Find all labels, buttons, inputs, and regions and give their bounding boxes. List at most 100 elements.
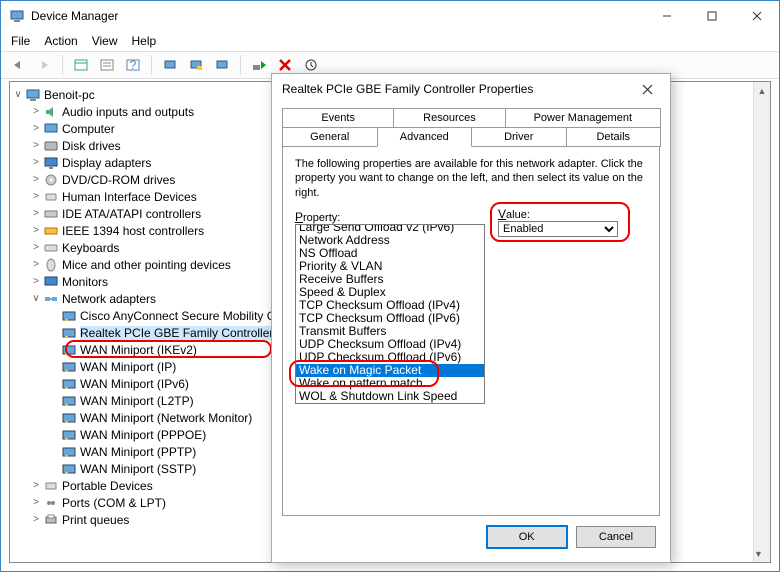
tree-node-label: Audio inputs and outputs [62,105,194,119]
menu-action[interactable]: Action [44,34,77,48]
expand-icon[interactable]: > [30,514,42,525]
tree-node-label: IDE ATA/ATAPI controllers [62,207,201,221]
device-icon [61,410,77,426]
tree-node-label: WAN Miniport (Network Monitor) [80,411,252,425]
device-icon [61,427,77,443]
tree-node-label: Network adapters [62,292,156,306]
expand-icon[interactable]: > [30,157,42,168]
device-icon [43,138,59,154]
expand-icon[interactable]: > [30,208,42,219]
device-icon [61,461,77,477]
scroll-up-icon[interactable]: ▲ [754,82,770,99]
minimize-button[interactable] [644,1,689,31]
device-icon [61,393,77,409]
vertical-scrollbar[interactable]: ▲ ▼ [753,82,770,562]
device-icon [43,478,59,494]
help-icon[interactable]: ? [122,54,144,76]
menu-view[interactable]: View [92,34,118,48]
tab-power-management[interactable]: Power Management [505,108,661,127]
value-select[interactable]: Enabled [498,221,618,237]
menu-file[interactable]: File [11,34,30,48]
property-item[interactable]: WOL & Shutdown Link Speed [296,390,484,403]
tab-driver[interactable]: Driver [471,127,567,147]
scroll-down-icon[interactable]: ▼ [754,545,763,562]
tree-node-label: WAN Miniport (L2TP) [80,394,194,408]
property-item[interactable]: NS Offload [296,247,484,260]
tree-node-label: DVD/CD-ROM drives [62,173,175,187]
property-item[interactable]: Receive Buffers [296,273,484,286]
menu-help[interactable]: Help [132,34,157,48]
property-item[interactable]: Network Address [296,234,484,247]
device-icon [43,291,59,307]
expand-icon[interactable]: > [30,259,42,270]
property-item[interactable]: Priority & VLAN [296,260,484,273]
tree-node-label: Disk drives [62,139,121,153]
property-item[interactable]: Wake on Magic Packet [296,364,484,377]
tab-advanced[interactable]: Advanced [377,127,473,147]
value-label: Value: [498,207,618,221]
property-label: Property: [295,210,485,224]
device-icon [43,172,59,188]
device-icon-2[interactable] [185,54,207,76]
property-item[interactable]: Speed & Duplex [296,286,484,299]
expand-icon[interactable]: > [30,242,42,253]
expand-icon[interactable]: > [30,276,42,287]
device-icon [61,308,77,324]
property-listbox[interactable]: Large Send Offload v2 (IPv6)Network Addr… [295,224,485,404]
tree-node-label: Benoit-pc [44,88,95,102]
property-item[interactable]: UDP Checksum Offload (IPv4) [296,338,484,351]
tree-node-label: WAN Miniport (SSTP) [80,462,196,476]
device-icon [61,444,77,460]
property-item[interactable]: Transmit Buffers [296,325,484,338]
property-item[interactable]: Wake on pattern match [296,377,484,390]
close-button[interactable] [734,1,779,31]
expand-icon[interactable]: ∨ [30,293,42,304]
tab-general[interactable]: General [282,127,378,147]
cancel-button[interactable]: Cancel [576,526,656,548]
maximize-button[interactable] [689,1,734,31]
properties-icon[interactable] [96,54,118,76]
forward-button[interactable] [33,54,55,76]
tab-events[interactable]: Events [282,108,394,127]
expand-icon[interactable]: > [30,497,42,508]
tree-node-label: IEEE 1394 host controllers [62,224,204,238]
svg-text:?: ? [130,58,137,72]
tree-node-label: Human Interface Devices [62,190,197,204]
enable-icon[interactable] [248,54,270,76]
dialog-title: Realtek PCIe GBE Family Controller Prope… [282,82,634,96]
update-driver-icon[interactable] [211,54,233,76]
dialog-close-button[interactable] [634,76,660,102]
tab-resources[interactable]: Resources [393,108,505,127]
dialog-tabs: Events Resources Power Management Genera… [282,108,660,147]
device-icon [61,325,77,341]
device-icon [43,155,59,171]
tree-node-label: Mice and other pointing devices [62,258,231,272]
device-icon [25,87,41,103]
expand-icon[interactable]: > [30,123,42,134]
property-item[interactable]: TCP Checksum Offload (IPv6) [296,312,484,325]
tree-node-label: Ports (COM & LPT) [62,496,166,510]
tab-details[interactable]: Details [566,127,662,147]
expand-icon[interactable]: > [30,191,42,202]
expand-icon[interactable]: > [30,174,42,185]
device-icon [61,359,77,375]
device-icon [43,240,59,256]
tree-node-label: WAN Miniport (IP) [80,360,176,374]
expand-icon[interactable]: ∨ [12,89,24,100]
titlebar: Device Manager [1,1,779,31]
property-item[interactable]: UDP Checksum Offload (IPv6) [296,351,484,364]
properties-dialog: Realtek PCIe GBE Family Controller Prope… [271,73,671,563]
tree-node-label: Monitors [62,275,108,289]
dialog-titlebar: Realtek PCIe GBE Family Controller Prope… [272,74,670,104]
device-icon [61,342,77,358]
expand-icon[interactable]: > [30,140,42,151]
ok-button[interactable]: OK [487,526,567,548]
show-hidden-icon[interactable] [70,54,92,76]
expand-icon[interactable]: > [30,106,42,117]
expand-icon[interactable]: > [30,480,42,491]
device-icon-1[interactable] [159,54,181,76]
device-icon [61,376,77,392]
back-button[interactable] [7,54,29,76]
expand-icon[interactable]: > [30,225,42,236]
property-item[interactable]: TCP Checksum Offload (IPv4) [296,299,484,312]
